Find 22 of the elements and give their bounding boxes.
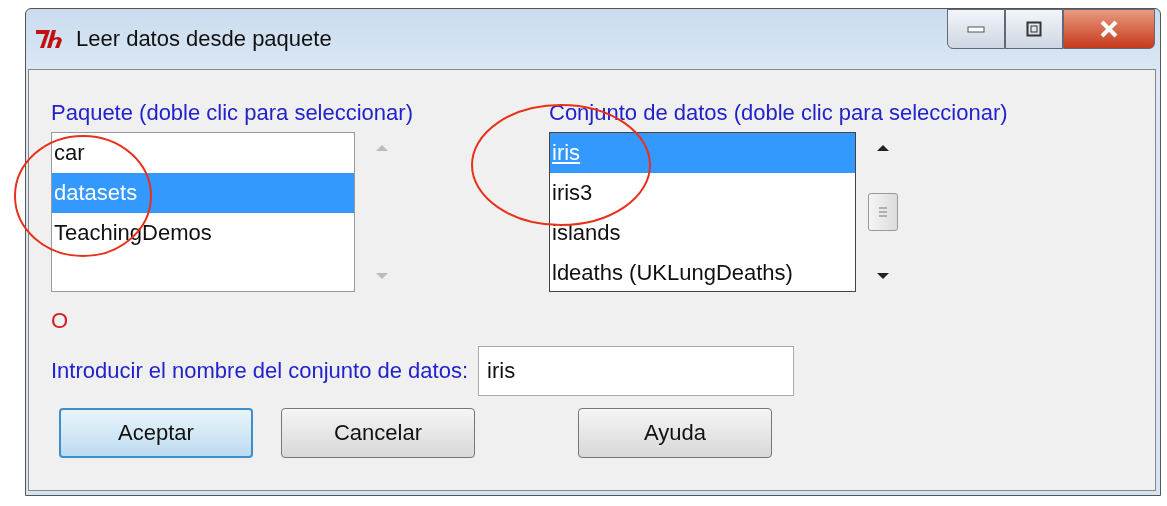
status-text: O	[51, 308, 69, 334]
list-box[interactable]: iris iris3 islands ldeaths (UKLungDeaths)	[549, 132, 856, 292]
window-title: Leer datos desde paquete	[76, 26, 332, 52]
entry-label: Introducir el nombre del conjunto de datos:	[51, 358, 469, 384]
close-icon	[1098, 20, 1120, 38]
dialog-button[interactable]: Ayuda	[578, 408, 772, 458]
scroll-down-arrow-icon[interactable]	[876, 272, 890, 280]
list-item[interactable]: ldeaths (UKLungDeaths)	[550, 253, 855, 293]
close-button[interactable]	[1063, 9, 1155, 49]
list-label: Paquete (doble clic para seleccionar)	[51, 100, 414, 126]
dialog-button[interactable]: Aceptar	[59, 408, 253, 458]
list-item[interactable]: iris3	[550, 173, 855, 213]
minimize-icon	[967, 25, 985, 33]
scroll-up-arrow-icon[interactable]	[876, 144, 890, 152]
scrollbar-thumb[interactable]	[868, 193, 898, 231]
list-item[interactable]: car	[52, 133, 354, 173]
dialog-button[interactable]: Cancelar	[281, 408, 475, 458]
maximize-icon	[1026, 21, 1042, 37]
minimize-button[interactable]	[947, 9, 1005, 49]
maximize-button[interactable]	[1005, 9, 1063, 49]
list-item[interactable]: islands	[550, 213, 855, 253]
dataset-name-input[interactable]: iris	[478, 346, 795, 396]
